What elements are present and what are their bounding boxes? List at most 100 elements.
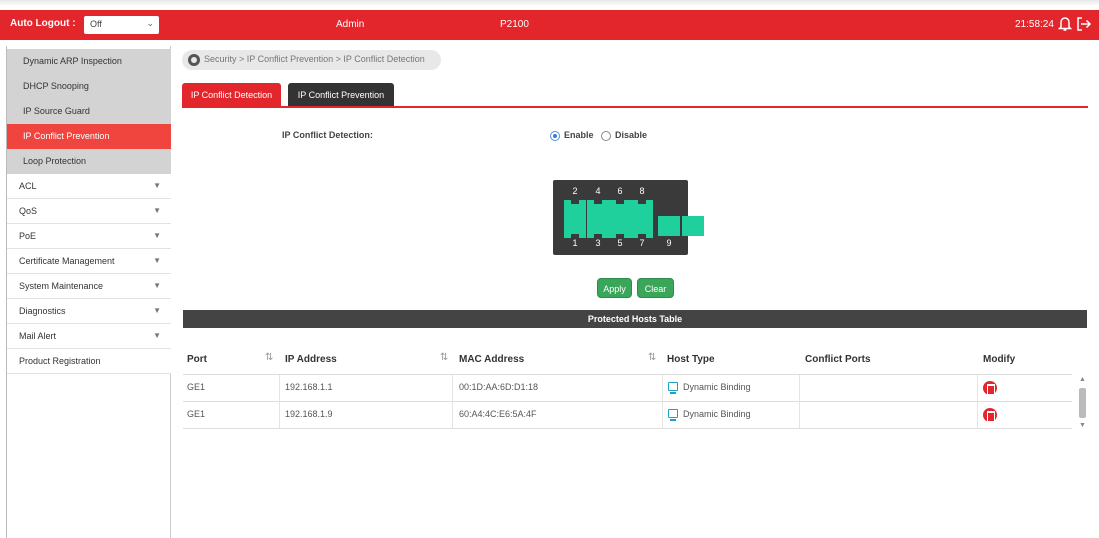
column-divider (452, 375, 453, 428)
sidebar-item-mail-alert[interactable]: Mail Alert ▼ (7, 324, 171, 349)
sidebar-item-label: QoS (19, 206, 38, 216)
scroll-thumb[interactable] (1079, 388, 1086, 418)
monitor-icon (668, 382, 678, 394)
tab-underline (182, 106, 1088, 108)
sort-icon[interactable]: ⇅ (440, 352, 448, 363)
port-number-label: 9 (666, 238, 672, 248)
chevron-down-icon: ⌄ (146, 18, 154, 28)
sidebar-item-label: Certificate Management (19, 256, 115, 266)
auto-logout-label: Auto Logout : (10, 18, 76, 29)
chevron-down-icon: ▼ (153, 281, 161, 290)
column-divider (977, 375, 978, 428)
sidebar-item-label: Product Registration (19, 356, 101, 366)
column-divider (799, 375, 800, 428)
cell-port: GE1 (187, 409, 206, 419)
sidebar-item-dhcp-snooping[interactable]: DHCP Snooping (7, 74, 171, 99)
disable-radio-label: Disable (615, 130, 648, 140)
sidebar-item-qos[interactable]: QoS ▼ (7, 199, 171, 224)
sidebar-item-ip-source-guard[interactable]: IP Source Guard (7, 99, 171, 124)
chevron-down-icon: ▼ (153, 181, 161, 190)
column-header-mac-address[interactable]: MAC Address (459, 354, 524, 365)
cell-host-type: Dynamic Binding (683, 382, 751, 392)
port-2[interactable] (564, 200, 586, 220)
column-header-port[interactable]: Port (187, 354, 207, 365)
port-number-label: 6 (617, 186, 623, 196)
port-9[interactable] (658, 216, 680, 236)
cell-ip: 192.168.1.1 (285, 382, 333, 392)
port-4[interactable] (587, 200, 609, 220)
tab-ip-conflict-prevention[interactable]: IP Conflict Prevention (288, 83, 394, 106)
port-6[interactable] (609, 200, 631, 220)
port-number-label: 4 (595, 186, 601, 196)
cell-mac: 00:1D:AA:6D:D1:18 (459, 382, 539, 392)
breadcrumb: Security > IP Conflict Prevention > IP C… (182, 50, 441, 70)
sidebar-item-label: System Maintenance (19, 281, 104, 291)
sidebar-item-acl[interactable]: ACL ▼ (7, 174, 171, 199)
sidebar-item-dynamic-arp-inspection[interactable]: Dynamic ARP Inspection (7, 49, 171, 74)
cell-host-type: Dynamic Binding (683, 409, 751, 419)
sidebar-item-product-registration[interactable]: Product Registration (7, 349, 171, 374)
top-bar: Auto Logout : Off ⌄ Admin P2100 21:58:24 (0, 10, 1099, 40)
port-number-label: 10 (689, 238, 700, 248)
system-clock: 21:58:24 (1015, 19, 1054, 30)
clear-button[interactable]: Clear (637, 278, 674, 298)
port-notch (571, 200, 579, 204)
chevron-down-icon: ▼ (153, 231, 161, 240)
sidebar-item-diagnostics[interactable]: Diagnostics ▼ (7, 299, 171, 324)
delete-icon[interactable] (983, 381, 997, 395)
tab-ip-conflict-detection[interactable]: IP Conflict Detection (182, 83, 281, 106)
chevron-down-icon: ▼ (153, 306, 161, 315)
port-number-label: 8 (639, 186, 645, 196)
auto-logout-value: Off (90, 19, 102, 29)
sidebar-item-loop-protection[interactable]: Loop Protection (7, 149, 171, 174)
sidebar-item-label: DHCP Snooping (23, 81, 89, 91)
table-scrollbar[interactable]: ▲ ▼ (1077, 376, 1088, 434)
device-model: P2100 (500, 19, 529, 30)
delete-icon[interactable] (983, 408, 997, 422)
port-8[interactable] (631, 200, 653, 220)
browser-top-strip (0, 0, 1099, 6)
row-divider (183, 401, 1072, 402)
sort-icon[interactable]: ⇅ (265, 352, 273, 363)
column-header-ip-address[interactable]: IP Address (285, 354, 337, 365)
auto-logout-select[interactable]: Off ⌄ (84, 16, 159, 34)
monitor-icon (668, 409, 678, 421)
sidebar-item-certificate-management[interactable]: Certificate Management ▼ (7, 249, 171, 274)
port-10[interactable] (682, 216, 704, 236)
port-number-label: 2 (572, 186, 578, 196)
disable-radio[interactable] (601, 131, 611, 141)
scroll-down-icon[interactable]: ▼ (1079, 422, 1086, 429)
sidebar-item-label: Loop Protection (23, 156, 87, 166)
column-header-conflict-ports[interactable]: Conflict Ports (805, 354, 871, 365)
port-7[interactable] (631, 218, 653, 238)
port-notch (638, 200, 646, 204)
sidebar-item-ip-conflict-prevention[interactable]: IP Conflict Prevention (7, 124, 171, 149)
apply-button[interactable]: Apply (597, 278, 632, 298)
tab-label: IP Conflict Detection (190, 90, 273, 100)
scroll-up-icon[interactable]: ▲ (1079, 376, 1086, 383)
bell-icon[interactable] (1058, 16, 1072, 32)
port-5[interactable] (609, 218, 631, 238)
sidebar-item-system-maintenance[interactable]: System Maintenance ▼ (7, 274, 171, 299)
sidebar-item-poe[interactable]: PoE ▼ (7, 224, 171, 249)
switch-port-panel: 2 4 6 8 1 3 5 7 9 (553, 180, 688, 255)
port-number-label: 3 (595, 238, 601, 248)
enable-radio-label: Enable (564, 130, 594, 140)
chevron-down-icon: ▼ (153, 256, 161, 265)
enable-radio[interactable] (550, 131, 560, 141)
port-3[interactable] (587, 218, 609, 238)
chevron-down-icon: ▼ (153, 331, 161, 340)
port-1[interactable] (564, 218, 586, 238)
breadcrumb-text: Security > IP Conflict Prevention > IP C… (204, 54, 425, 64)
port-notch (616, 200, 624, 204)
logout-icon[interactable] (1076, 16, 1092, 32)
cell-mac: 60:A4:4C:E6:5A:4F (459, 409, 537, 419)
cell-ip: 192.168.1.9 (285, 409, 333, 419)
chevron-down-icon: ▼ (153, 206, 161, 215)
column-header-host-type[interactable]: Host Type (667, 354, 715, 365)
sort-icon[interactable]: ⇅ (648, 352, 656, 363)
sidebar: Dynamic ARP Inspection DHCP Snooping IP … (6, 46, 171, 538)
column-header-modify: Modify (983, 354, 1016, 365)
sidebar-item-label: ACL (19, 181, 37, 191)
row-divider (183, 428, 1072, 429)
